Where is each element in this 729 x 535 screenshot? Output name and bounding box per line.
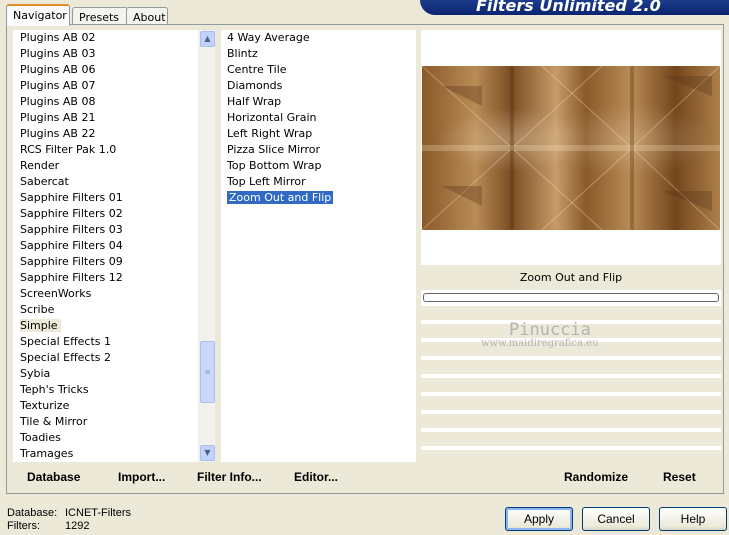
category-item[interactable]: Scribe: [13, 302, 215, 318]
category-item[interactable]: Sabercat: [13, 174, 215, 190]
status-filters: Filters: 1292: [7, 520, 89, 532]
editor-button[interactable]: Editor...: [294, 470, 338, 484]
filter-item[interactable]: Pizza Slice Mirror: [221, 142, 416, 158]
category-item[interactable]: Sapphire Filters 01: [13, 190, 215, 206]
category-item[interactable]: Sapphire Filters 09: [13, 254, 215, 270]
category-item[interactable]: Plugins AB 03: [13, 46, 215, 62]
status-database-label: Database:: [7, 507, 58, 519]
category-item[interactable]: Teph's Tricks: [13, 382, 215, 398]
arrow-up-icon[interactable]: ▲: [200, 31, 215, 47]
param-row: [421, 450, 721, 462]
param-row: [421, 396, 721, 412]
category-list[interactable]: Plugins AB 02 Plugins AB 03 Plugins AB 06 P…: [13, 30, 215, 462]
category-item[interactable]: ScreenWorks: [13, 286, 215, 302]
filter-item[interactable]: Zoom Out and Flip: [221, 190, 416, 206]
tab-navigator[interactable]: Navigator: [6, 4, 70, 26]
status-database: Database: ICNET-Filters: [7, 507, 131, 519]
cancel-button[interactable]: Cancel: [582, 507, 650, 531]
status-filters-label: Filters:: [7, 520, 40, 532]
category-scrollbar[interactable]: ▲ ≡ ▼: [198, 30, 215, 462]
scroll-thumb[interactable]: ≡: [200, 341, 215, 403]
import-button[interactable]: Import...: [118, 470, 165, 484]
filter-items: 4 Way Average Blintz Centre Tile Diamonds Ha…: [221, 30, 416, 206]
filter-item[interactable]: 4 Way Average: [221, 30, 416, 46]
category-item[interactable]: Special Effects 2: [13, 350, 215, 366]
arrow-down-icon[interactable]: ▼: [200, 445, 215, 461]
apply-button[interactable]: Apply: [505, 507, 573, 531]
category-item[interactable]: Simple: [13, 318, 215, 334]
filter-item[interactable]: Half Wrap: [221, 94, 416, 110]
right-button-bar: Randomize Reset: [421, 463, 721, 491]
param-row: [421, 342, 721, 358]
app-banner: Filters Unlimited 2.0: [420, 0, 729, 15]
category-item[interactable]: Sapphire Filters 02: [13, 206, 215, 222]
filter-item[interactable]: Diamonds: [221, 78, 416, 94]
randomize-button[interactable]: Randomize: [564, 470, 628, 484]
preview-caption: Zoom Out and Flip: [421, 265, 721, 290]
filter-item[interactable]: Top Left Mirror: [221, 174, 416, 190]
status-filters-value: 1292: [65, 520, 90, 532]
progress-bar: [423, 293, 719, 302]
grip-icon: ≡: [204, 368, 211, 376]
category-item[interactable]: Render: [13, 158, 215, 174]
left-button-bar: Database Import... Filter Info... Editor…: [13, 463, 416, 491]
filter-item[interactable]: Top Bottom Wrap: [221, 158, 416, 174]
category-item[interactable]: Toadies: [13, 430, 215, 446]
status-database-value: ICNET-Filters: [65, 507, 131, 519]
database-button[interactable]: Database: [27, 470, 80, 484]
param-row: [421, 306, 721, 322]
filter-item[interactable]: Centre Tile: [221, 62, 416, 78]
filter-item[interactable]: Horizontal Grain: [221, 110, 416, 126]
param-row: [421, 432, 721, 448]
help-button[interactable]: Help: [659, 507, 727, 531]
reset-button[interactable]: Reset: [663, 470, 696, 484]
category-item[interactable]: Plugins AB 08: [13, 94, 215, 110]
app-title: Filters Unlimited 2.0: [476, 0, 661, 15]
category-item[interactable]: Sapphire Filters 04: [13, 238, 215, 254]
category-item[interactable]: Sapphire Filters 12: [13, 270, 215, 286]
category-item[interactable]: Plugins AB 21: [13, 110, 215, 126]
category-item-label: Simple: [20, 319, 61, 332]
category-items: Plugins AB 02 Plugins AB 03 Plugins AB 06 P…: [13, 30, 215, 462]
category-item[interactable]: Plugins AB 22: [13, 126, 215, 142]
category-item[interactable]: Tile & Mirror: [13, 414, 215, 430]
category-item[interactable]: Plugins AB 02: [13, 30, 215, 46]
category-item[interactable]: Plugins AB 06: [13, 62, 215, 78]
filter-item[interactable]: Left Right Wrap: [221, 126, 416, 142]
filter-item[interactable]: Blintz: [221, 46, 416, 62]
navigator-panel: Plugins AB 02 Plugins AB 03 Plugins AB 06 P…: [6, 24, 724, 494]
param-row: [421, 378, 721, 394]
param-row: [421, 324, 721, 340]
category-item[interactable]: RCS Filter Pak 1.0: [13, 142, 215, 158]
preview-pattern: [422, 66, 720, 230]
filter-info-button[interactable]: Filter Info...: [197, 470, 262, 484]
category-item[interactable]: Texturize: [13, 398, 215, 414]
filter-list[interactable]: 4 Way Average Blintz Centre Tile Diamonds Ha…: [221, 30, 416, 462]
preview-image: [422, 66, 720, 230]
category-item[interactable]: Special Effects 1: [13, 334, 215, 350]
category-item[interactable]: Sapphire Filters 03: [13, 222, 215, 238]
preview-area: Zoom Out and Flip Pinuccia www.maidiregr…: [421, 30, 721, 462]
category-item[interactable]: Plugins AB 07: [13, 78, 215, 94]
category-item[interactable]: Tramages: [13, 446, 215, 462]
filter-item-label: Zoom Out and Flip: [227, 191, 334, 204]
category-item[interactable]: Sybia: [13, 366, 215, 382]
param-row: [421, 414, 721, 430]
param-row: [421, 360, 721, 376]
